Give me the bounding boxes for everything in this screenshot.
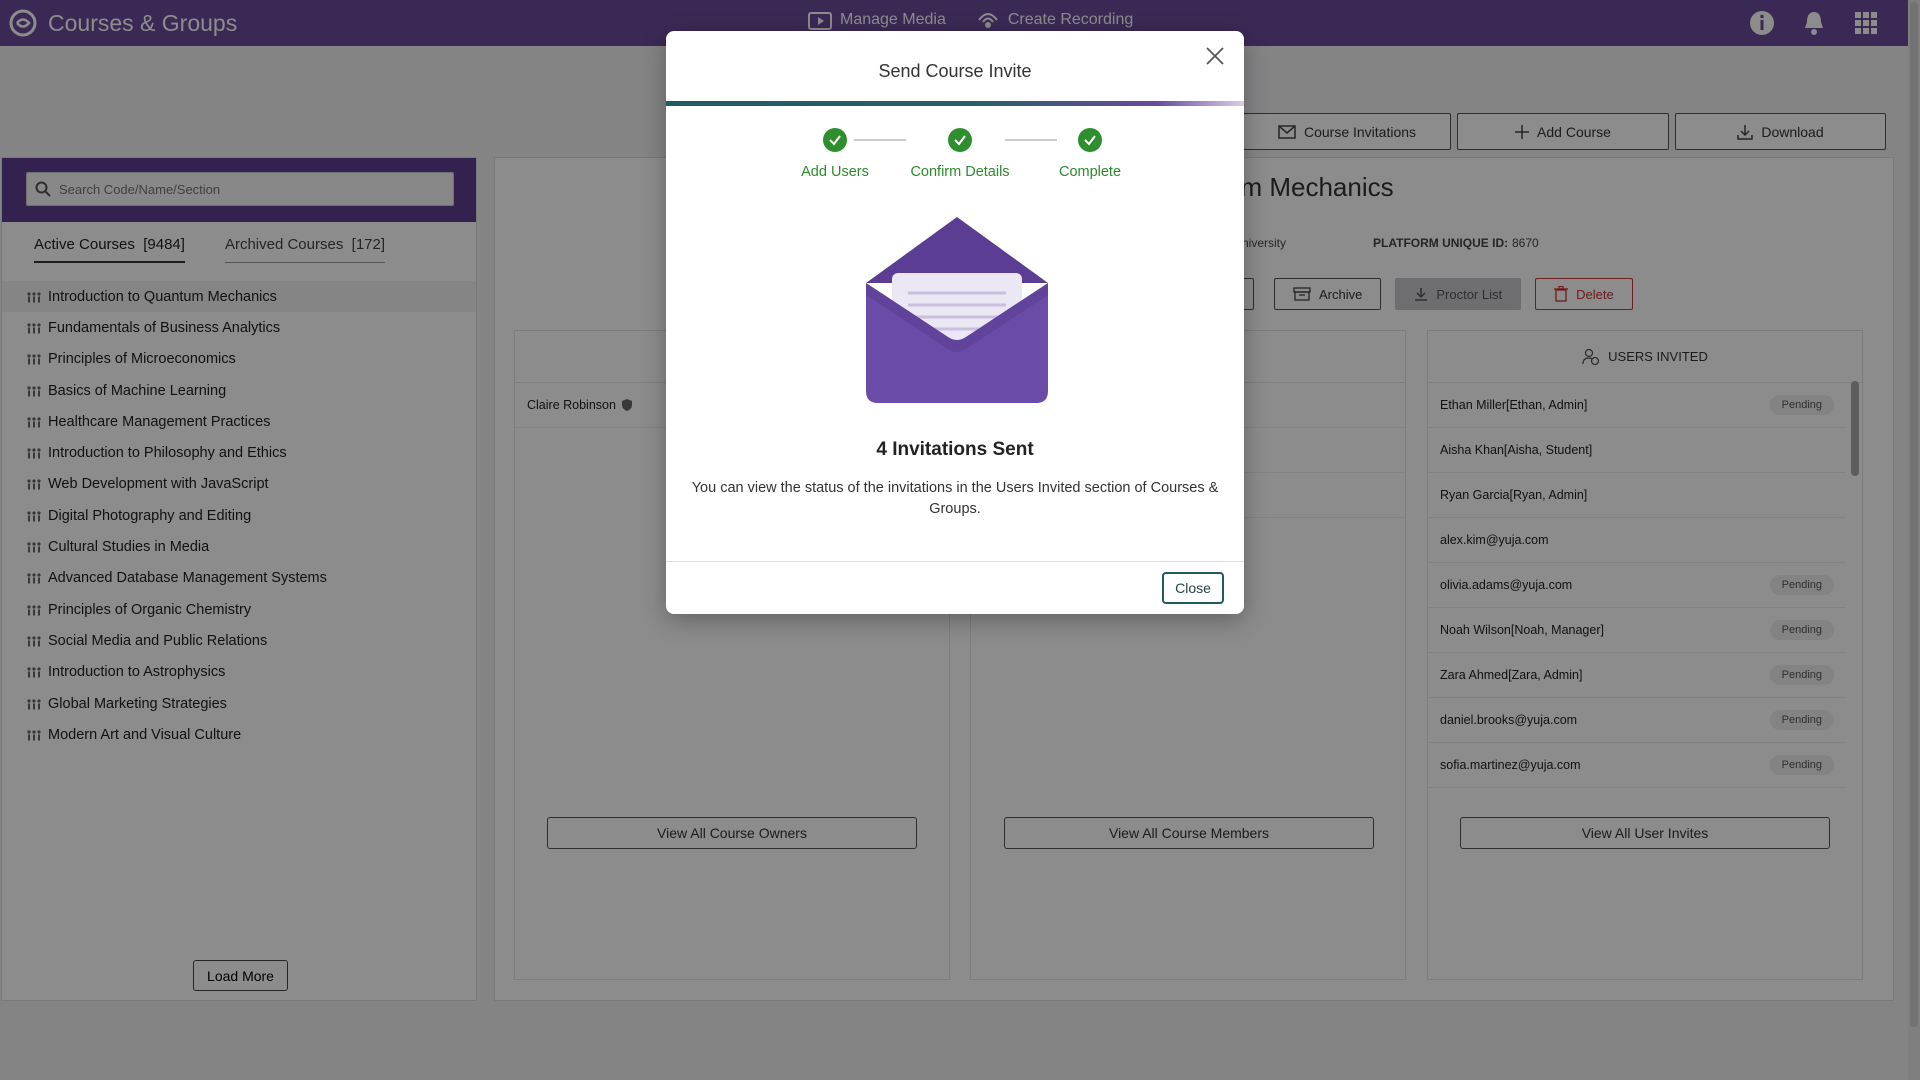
invitations-sent-heading: 4 Invitations Sent: [876, 439, 1034, 460]
check-icon: [1078, 128, 1102, 152]
modal-close-icon[interactable]: [1200, 41, 1230, 71]
check-icon: [948, 128, 972, 152]
step-confirm-details: Confirm Details: [900, 128, 1020, 180]
step-complete: Complete: [1030, 128, 1150, 180]
step-indicator: Add Users Confirm Details Complete: [666, 128, 1244, 198]
send-course-invite-modal: Send Course Invite Add Users Confirm Det…: [666, 31, 1244, 614]
open-envelope-icon: [866, 217, 1048, 403]
modal-progress-bar: [666, 101, 1244, 106]
step-label: Confirm Details: [910, 164, 1010, 180]
modal-footer-divider: [666, 561, 1244, 562]
step-label: Add Users: [801, 164, 869, 180]
modal-title: Send Course Invite: [878, 61, 1032, 81]
step-label: Complete: [1058, 164, 1122, 180]
close-button[interactable]: Close: [1162, 572, 1224, 604]
check-icon: [823, 128, 847, 152]
step-add-users: Add Users: [780, 128, 890, 180]
invitations-sent-message: You can view the status of the invitatio…: [691, 480, 1219, 517]
